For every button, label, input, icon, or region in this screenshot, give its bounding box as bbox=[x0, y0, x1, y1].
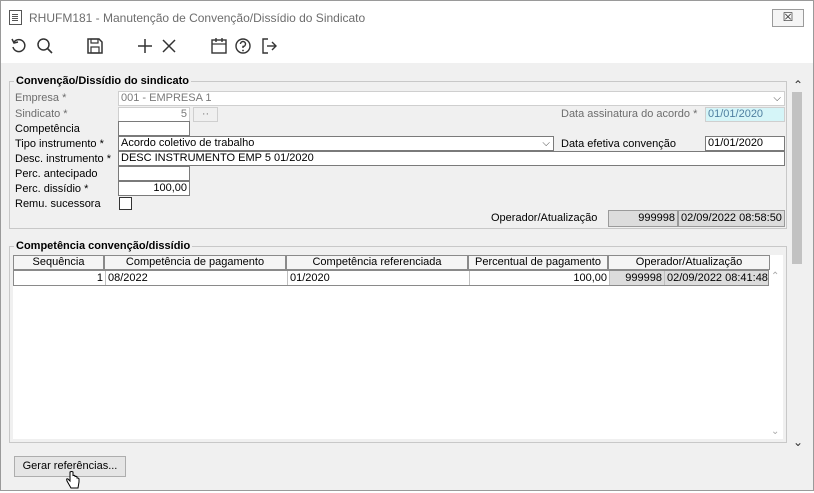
main-window: RHUFM181 - Manutenção de Convenção/Dissí… bbox=[0, 0, 814, 491]
add-icon[interactable] bbox=[135, 36, 155, 56]
cell-operador-user: 999998 bbox=[609, 271, 664, 285]
col-comp-pagamento[interactable]: Competência de pagamento bbox=[104, 255, 286, 270]
data-efetiva-field[interactable]: 01/01/2020 bbox=[705, 136, 785, 151]
desc-instrumento-label: Desc. instrumento * bbox=[15, 153, 111, 165]
perc-dissidio-field[interactable]: 100,00 bbox=[118, 181, 190, 196]
tipo-instrumento-value: Acordo coletivo de trabalho bbox=[121, 137, 255, 149]
perc-antecipado-field[interactable] bbox=[118, 166, 190, 181]
operador-label: Operador/Atualização bbox=[491, 212, 598, 224]
empresa-label: Empresa * bbox=[15, 92, 67, 104]
empresa-select[interactable]: 001 - EMPRESA 1 ⌵ bbox=[118, 91, 785, 106]
perc-antecipado-label: Perc. antecipado bbox=[15, 168, 98, 180]
data-assinatura-label: Data assinatura do acordo * bbox=[561, 108, 698, 120]
cell-comp-pagamento: 08/2022 bbox=[105, 271, 287, 285]
table-row[interactable]: 1 08/2022 01/2020 100,00 999998 02/09/20… bbox=[13, 270, 769, 286]
sindicato-label: Sindicato * bbox=[15, 108, 68, 120]
window-title: RHUFM181 - Manutenção de Convenção/Dissí… bbox=[29, 11, 366, 25]
data-assinatura-field[interactable]: 01/01/2020 bbox=[705, 107, 785, 122]
delete-icon[interactable] bbox=[159, 36, 179, 56]
perc-dissidio-label: Perc. dissídio * bbox=[15, 183, 89, 195]
undo-icon[interactable] bbox=[9, 36, 29, 56]
col-operador[interactable]: Operador/Atualização bbox=[608, 255, 770, 270]
help-icon[interactable] bbox=[233, 36, 253, 56]
toolbar bbox=[1, 31, 813, 63]
remu-sucessora-label: Remu. sucessora bbox=[15, 198, 101, 210]
cell-percentual: 100,00 bbox=[469, 271, 609, 285]
document-icon bbox=[9, 10, 22, 25]
scroll-up-icon[interactable]: ⌃ bbox=[771, 271, 779, 282]
col-percentual[interactable]: Percentual de pagamento bbox=[468, 255, 608, 270]
title-bar: RHUFM181 - Manutenção de Convenção/Dissí… bbox=[1, 1, 813, 31]
scrollbar-thumb[interactable] bbox=[792, 92, 802, 264]
search-icon[interactable] bbox=[35, 36, 55, 56]
data-efetiva-label: Data efetiva convenção bbox=[561, 138, 676, 150]
competencia-label: Competência bbox=[15, 123, 80, 135]
chevron-down-icon: ⌵ bbox=[773, 93, 781, 104]
chevron-down-icon: ⌵ bbox=[542, 138, 550, 149]
tipo-instrumento-label: Tipo instrumento * bbox=[15, 138, 104, 150]
scroll-down-icon[interactable]: ⌄ bbox=[771, 426, 779, 437]
convencao-legend: Convenção/Dissídio do sindicato bbox=[16, 75, 189, 87]
scroll-up-icon[interactable]: ⌃ bbox=[793, 78, 803, 92]
desc-instrumento-field[interactable]: DESC INSTRUMENTO EMP 5 01/2020 bbox=[118, 151, 785, 166]
tipo-instrumento-select[interactable]: Acordo coletivo de trabalho ⌵ bbox=[118, 136, 554, 151]
scroll-down-icon[interactable]: ⌄ bbox=[793, 435, 803, 449]
sindicato-field[interactable]: 5 bbox=[118, 107, 190, 122]
competencia-field[interactable] bbox=[118, 121, 190, 136]
exit-icon[interactable] bbox=[259, 36, 279, 56]
save-icon[interactable] bbox=[85, 36, 105, 56]
cell-operador-datetime: 02/09/2022 08:41:48 bbox=[664, 271, 768, 285]
competencia-table: Sequência Competência de pagamento Compe… bbox=[13, 255, 783, 439]
col-comp-referenciada[interactable]: Competência referenciada bbox=[286, 255, 468, 270]
window-scrollbar[interactable]: ⌃ ⌄ bbox=[790, 78, 804, 449]
col-sequencia[interactable]: Sequência bbox=[13, 255, 104, 270]
table-scrollbar[interactable]: ⌃ ⌄ bbox=[770, 271, 782, 437]
close-button[interactable]: ☒ bbox=[772, 9, 804, 27]
cell-comp-referenciada: 01/2020 bbox=[287, 271, 469, 285]
competencia-legend: Competência convenção/dissídio bbox=[16, 240, 191, 252]
operador-user-field: 999998 bbox=[608, 210, 678, 227]
remu-sucessora-checkbox[interactable] bbox=[119, 197, 132, 210]
operador-datetime-field: 02/09/2022 08:58:50 bbox=[678, 210, 785, 227]
calendar-icon[interactable] bbox=[209, 36, 229, 56]
empresa-value: 001 - EMPRESA 1 bbox=[121, 92, 212, 104]
sindicato-lookup-button[interactable]: ·· bbox=[193, 107, 218, 122]
hand-cursor-icon bbox=[65, 471, 81, 493]
cell-sequencia: 1 bbox=[96, 272, 103, 284]
